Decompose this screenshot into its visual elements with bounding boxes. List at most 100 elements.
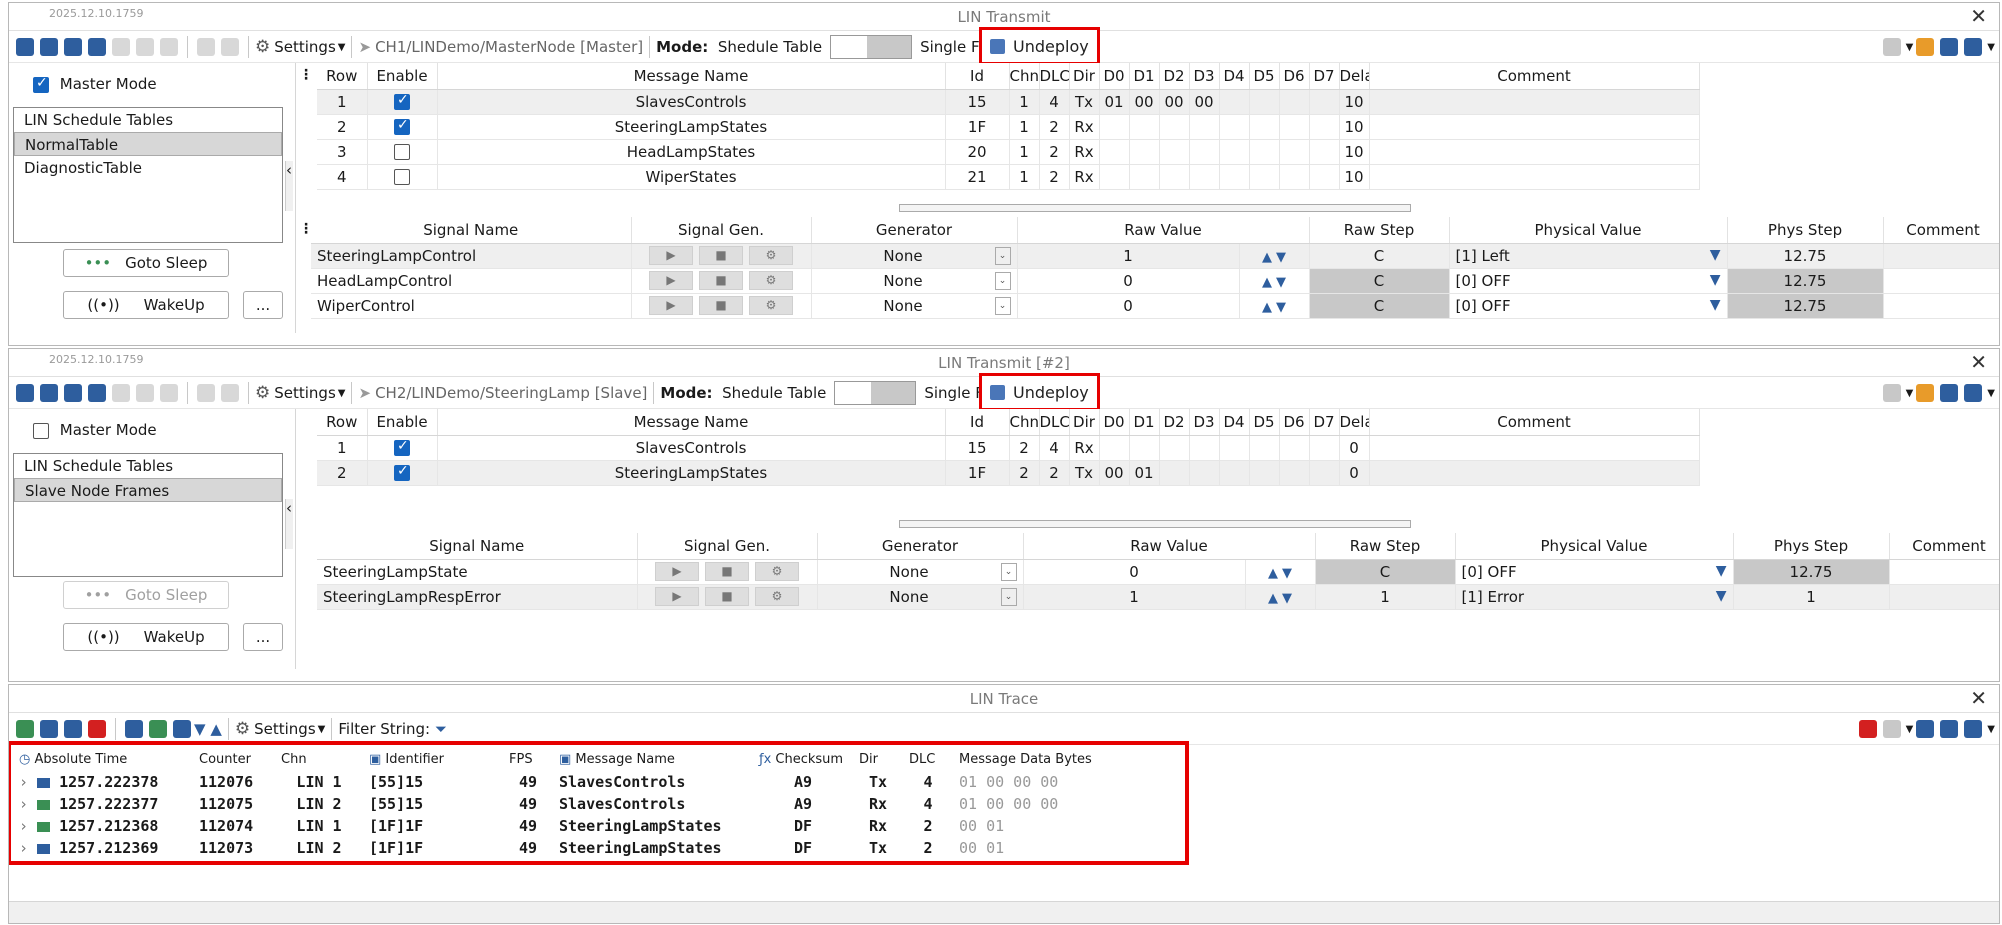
data-byte[interactable] [1249, 164, 1280, 190]
data-byte[interactable] [1279, 164, 1310, 190]
physical-value-select[interactable]: [1] Error ▼ [1455, 584, 1734, 610]
col-row[interactable]: Row [317, 409, 368, 436]
data-byte[interactable] [1189, 139, 1220, 165]
generator-select[interactable]: None ⌄ [811, 293, 1018, 319]
table-row[interactable]: SteeringLampRespError ▶ ■ ⚙ None ⌄ 1 ▲ ▼ 1 [1] Err… [317, 584, 1999, 610]
vertical-splitter[interactable]: ‹ [285, 161, 293, 211]
horizontal-splitter[interactable] [899, 204, 1411, 212]
col-d6[interactable]: D6 [1279, 63, 1310, 90]
generator-select[interactable]: None ⌄ [811, 268, 1018, 294]
data-byte[interactable] [1129, 114, 1160, 140]
generator-select[interactable]: None ⌄ [817, 584, 1024, 610]
table-row[interactable]: 2SteeringLampStates1F22Tx00010 [317, 460, 1999, 486]
delay-time[interactable]: 0 [1339, 460, 1370, 486]
settings-menu[interactable]: Settings [274, 38, 336, 56]
table-row[interactable]: 1 SlavesControls1524Rx 0 [317, 435, 1999, 461]
list-item-normaltable[interactable]: NormalTable [14, 132, 282, 156]
raw-step[interactable]: C [1309, 293, 1450, 319]
data-byte[interactable] [1279, 89, 1310, 115]
undeploy-button[interactable]: Undeploy [979, 373, 1100, 411]
col-d2[interactable]: D2 [1159, 63, 1190, 90]
data-byte[interactable] [1309, 114, 1340, 140]
wrench-icon[interactable] [1882, 384, 1901, 402]
window-close-icon[interactable] [1940, 38, 1959, 56]
col-comment[interactable]: Comment [1889, 533, 1999, 560]
physical-value-select[interactable]: [0] OFF ▼ [1449, 293, 1728, 319]
copy-icon[interactable] [88, 384, 106, 402]
gear-icon[interactable]: ⚙ [755, 587, 799, 606]
clear-icon[interactable] [160, 384, 178, 402]
spin-up-icon[interactable]: ▲ [1262, 300, 1272, 315]
col-raw-step[interactable]: Raw Step [1315, 533, 1456, 560]
col-d0[interactable]: D0 [1099, 63, 1130, 90]
enable-checkbox[interactable] [394, 144, 410, 160]
add-message-icon[interactable] [40, 38, 58, 56]
spin-down-icon[interactable]: ▼ [1276, 275, 1286, 290]
data-byte[interactable]: 01 [1099, 89, 1130, 115]
data-byte[interactable] [1159, 114, 1190, 140]
enable-checkbox[interactable] [394, 438, 410, 456]
stop-icon[interactable]: ■ [699, 271, 743, 290]
col-d3[interactable]: D3 [1189, 63, 1220, 90]
table-icon[interactable] [197, 384, 215, 402]
window-export-icon[interactable] [1964, 38, 1983, 56]
spin-down-icon[interactable]: ▼ [1276, 250, 1286, 265]
col-d6[interactable]: D6 [1279, 409, 1310, 436]
data-byte[interactable] [1279, 114, 1310, 140]
table-row[interactable]: SteeringLampControl ▶ ■ ⚙ None ⌄ 1 ▲ ▼ C [1] Left ▼… [311, 243, 1999, 269]
col-dir[interactable]: Dir [1069, 409, 1100, 436]
gear-icon[interactable]: ⚙ [755, 562, 799, 581]
vertical-splitter[interactable]: ‹ [285, 499, 293, 549]
signal-comment[interactable] [1883, 293, 1999, 319]
window-close-icon[interactable] [1940, 720, 1959, 738]
data-byte[interactable] [1309, 435, 1340, 461]
delete-icon[interactable] [136, 38, 154, 56]
raw-step[interactable]: 1 [1315, 584, 1456, 610]
data-byte[interactable] [1129, 139, 1160, 165]
raw-value[interactable]: 0 [1023, 559, 1246, 585]
clear-icon[interactable] [160, 38, 178, 56]
stop-icon[interactable]: ■ [699, 246, 743, 265]
col-delay[interactable]: Delay Time (ms) [1339, 409, 1370, 436]
col-id[interactable]: Id [945, 63, 1010, 90]
chevron-down-icon[interactable]: ⌄ [994, 246, 1011, 265]
data-byte[interactable] [1279, 460, 1310, 486]
dropdown-icon[interactable]: ▼ [1710, 272, 1721, 288]
more-button[interactable]: ... [243, 623, 283, 651]
data-byte[interactable]: 00 [1099, 460, 1130, 486]
clock-icon[interactable] [149, 720, 167, 738]
phys-step[interactable]: 12.75 [1733, 559, 1890, 585]
table-row[interactable]: WiperControl ▶ ■ ⚙ None ⌄ 0 ▲ ▼ C [0] OFF ▼ 12.75 [311, 293, 1999, 319]
data-byte[interactable] [1219, 114, 1250, 140]
col-d4[interactable]: D4 [1219, 409, 1250, 436]
col-message-name[interactable]: Message Name [437, 63, 946, 90]
message-comment[interactable] [1369, 460, 1700, 486]
table-row[interactable]: HeadLampControl ▶ ■ ⚙ None ⌄ 0 ▲ ▼ C [0] OFF ▼ 12.75 [311, 268, 1999, 294]
col-message-name[interactable]: Message Name [437, 409, 946, 436]
col-d7[interactable]: D7 [1309, 63, 1340, 90]
col-dlc[interactable]: DLC [1039, 409, 1070, 436]
generator-select[interactable]: None ⌄ [817, 559, 1024, 585]
data-byte[interactable] [1219, 164, 1250, 190]
phys-step[interactable]: 1 [1733, 584, 1890, 610]
link-icon[interactable] [1916, 38, 1935, 56]
data-byte[interactable] [1189, 164, 1220, 190]
col-enable[interactable]: Enable [367, 63, 438, 90]
data-byte[interactable] [1249, 460, 1280, 486]
filter-icon[interactable] [1916, 720, 1935, 738]
mode-toggle[interactable] [830, 35, 913, 59]
goto-sleep-button[interactable]: ••• Goto Sleep [63, 581, 229, 609]
col-signal-name[interactable]: Signal Name [311, 217, 632, 244]
table-row[interactable]: 4 WiperStates 21 1 2 Rx 10 [317, 164, 1999, 190]
horizontal-splitter[interactable] [899, 520, 1411, 528]
col-d1[interactable]: D1 [1129, 63, 1160, 90]
data-byte[interactable] [1099, 139, 1130, 165]
col-comment[interactable]: Comment [1369, 409, 1700, 436]
data-byte[interactable] [1099, 164, 1130, 190]
enable-checkbox[interactable] [394, 463, 410, 481]
save-icon[interactable] [64, 38, 82, 56]
message-comment[interactable] [1369, 164, 1700, 190]
paste-icon[interactable] [112, 38, 130, 56]
table-row[interactable]: 1SlavesControls1514Tx0100000010 [317, 89, 1999, 115]
col-d1[interactable]: D1 [1129, 409, 1160, 436]
